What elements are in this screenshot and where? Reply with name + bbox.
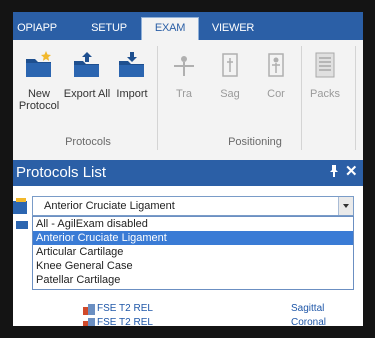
dropdown-option[interactable]: Knee General Case xyxy=(33,259,353,273)
packs-icon xyxy=(315,52,335,78)
sequence-icon xyxy=(83,318,95,326)
panel-title: Protocols List xyxy=(16,164,107,181)
protocols-group-label: Protocols xyxy=(65,136,111,148)
close-icon[interactable]: ✕ xyxy=(345,162,358,180)
dropdown-option[interactable]: All - AgilExam disabled xyxy=(33,217,353,231)
export-all-button[interactable]: Export All xyxy=(64,42,110,128)
coronal-button[interactable]: Cor xyxy=(255,42,297,128)
dropdown-option[interactable]: Patellar Cartilage xyxy=(33,273,353,287)
protocols-list-header: Protocols List ✕ xyxy=(13,160,363,186)
coronal-label: Cor xyxy=(267,88,285,100)
ribbon: New Protocol Export All Import Protocols xyxy=(13,40,363,161)
sequence-row[interactable]: FSE T2 REL Coronal xyxy=(13,317,363,326)
ribbon-separator xyxy=(157,46,158,150)
tab-opiapp[interactable]: OPIAPP xyxy=(13,17,61,40)
chevron-down-icon[interactable] xyxy=(338,197,353,215)
sagittal-icon xyxy=(222,53,238,77)
new-folder-icon xyxy=(26,51,51,77)
sequence-row[interactable]: FSE T2 REL Sagittal xyxy=(13,303,363,317)
dropdown-option[interactable]: Articular Cartilage xyxy=(33,245,353,259)
import-label: Import xyxy=(116,88,148,100)
new-protocol-button[interactable]: New Protocol xyxy=(18,42,60,128)
ribbon-tab-bar: OPIAPP SETUP EXAM VIEWER xyxy=(13,12,363,40)
tab-setup[interactable]: SETUP xyxy=(83,17,135,40)
tab-viewer[interactable]: VIEWER xyxy=(205,17,261,40)
sagittal-label: Sag xyxy=(220,88,240,100)
application-window: OPIAPP SETUP EXAM VIEWER New Protocol Ex… xyxy=(13,12,363,326)
pin-icon[interactable] xyxy=(329,165,339,180)
tab-exam[interactable]: EXAM xyxy=(141,17,199,40)
export-all-label: Export All xyxy=(63,88,111,100)
transverse-button[interactable]: Tra xyxy=(163,42,205,128)
packs-button[interactable]: Packs xyxy=(305,42,345,128)
import-button[interactable]: Import xyxy=(111,42,153,128)
packs-label: Packs xyxy=(310,88,340,100)
export-folder-icon xyxy=(74,52,99,77)
sequence-icon xyxy=(83,304,95,315)
protocol-list-icon xyxy=(13,198,27,214)
sequence-name: FSE T2 REL xyxy=(83,317,153,326)
sequence-name: FSE T2 REL xyxy=(83,303,153,315)
positioning-group-label: Positioning xyxy=(228,136,282,148)
transverse-icon xyxy=(174,56,194,76)
protocol-select-value: Anterior Cruciate Ligament xyxy=(44,200,175,212)
tree-node-icon xyxy=(16,221,28,229)
protocol-dropdown-list: All - AgilExam disabled Anterior Cruciat… xyxy=(32,216,354,290)
coronal-icon xyxy=(268,53,284,77)
transverse-label: Tra xyxy=(175,88,193,100)
import-folder-icon xyxy=(119,52,144,77)
new-protocol-label: New Protocol xyxy=(18,88,60,112)
protocols-list-body: Anterior Cruciate Ligament All - AgilExa… xyxy=(13,186,363,326)
ribbon-separator xyxy=(355,46,356,150)
sequence-orientation: Sagittal xyxy=(291,303,325,314)
sequence-orientation: Coronal xyxy=(291,317,327,326)
sequence-name-text: FSE T2 REL xyxy=(97,317,153,326)
sagittal-button[interactable]: Sag xyxy=(209,42,251,128)
dropdown-option-selected[interactable]: Anterior Cruciate Ligament xyxy=(33,231,353,245)
sequence-name-text: FSE T2 REL xyxy=(97,303,153,314)
protocol-select[interactable]: Anterior Cruciate Ligament xyxy=(32,196,354,216)
